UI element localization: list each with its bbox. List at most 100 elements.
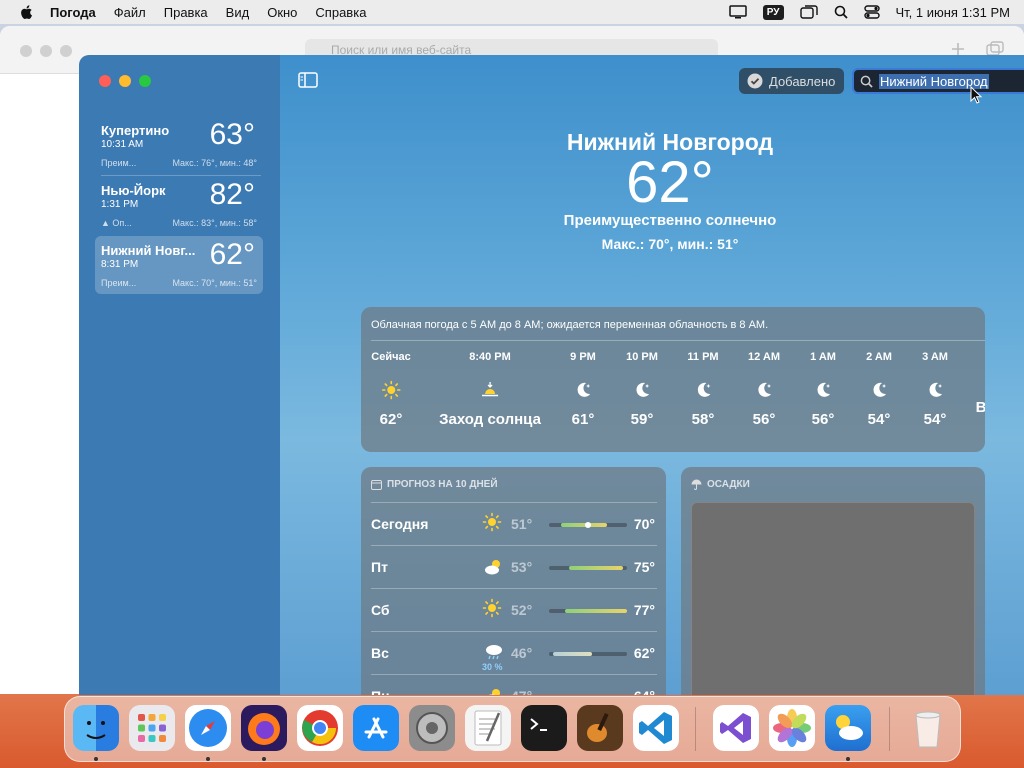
hourly-time-label: 12 AM — [748, 351, 780, 363]
terminal-icon[interactable] — [521, 705, 567, 751]
forecast-low: 46° — [511, 645, 533, 661]
sidebar-city-nizhny-novgorod[interactable]: Нижний Новг... 8:31 PM 62° Преим... Макс… — [95, 236, 263, 294]
launchpad-icon[interactable] — [129, 705, 175, 751]
window-close-button[interactable] — [99, 75, 111, 87]
window-zoom-button[interactable] — [139, 75, 151, 87]
menu-file[interactable]: Файл — [114, 5, 146, 20]
forecast-day: Пт — [371, 559, 388, 575]
hourly-time-label: 11 PM — [687, 351, 719, 363]
hourly-temp: 54° — [867, 411, 891, 428]
menu-window[interactable]: Окно — [267, 5, 297, 20]
running-indicator — [94, 757, 98, 761]
checkmark-circle-icon — [747, 73, 763, 89]
running-indicator — [846, 757, 850, 761]
spotlight-search-icon[interactable] — [834, 5, 848, 19]
safari-close-button[interactable] — [20, 45, 32, 57]
input-language-badge[interactable]: РУ — [762, 4, 784, 20]
hourly-temp: В — [975, 399, 985, 416]
city-temp: 82° — [209, 178, 255, 211]
safari-icon[interactable] — [185, 705, 231, 751]
system-preferences-icon[interactable] — [409, 705, 455, 751]
window-minimize-button[interactable] — [119, 75, 131, 87]
forecast-low: 53° — [511, 559, 533, 575]
forecast-low: 47° — [511, 688, 532, 695]
weather-window: Купертино 10:31 AM 63° Преим... Макс.: 7… — [79, 55, 1024, 695]
city-time: 10:31 AM — [101, 139, 144, 150]
apple-icon[interactable] — [18, 3, 36, 21]
running-indicator — [206, 757, 210, 761]
menu-bar: Погода Файл Правка Вид Окно Справка РУ Ч… — [0, 0, 1024, 24]
vscode-icon[interactable] — [633, 705, 679, 751]
visual-studio-icon[interactable] — [713, 705, 759, 751]
window-switch-icon[interactable] — [799, 5, 818, 19]
forecast-low: 51° — [511, 516, 533, 532]
safari-zoom-button[interactable] — [60, 45, 72, 57]
menu-help[interactable]: Справка — [315, 5, 366, 20]
menu-edit[interactable]: Правка — [164, 5, 208, 20]
sidebar: Купертино 10:31 AM 63° Преим... Макс.: 7… — [79, 55, 280, 695]
city-temp: 63° — [209, 118, 255, 151]
safari-minimize-button[interactable] — [40, 45, 52, 57]
hourly-item: 10 PM 59° — [626, 351, 658, 428]
current-condition: Преимущественно солнечно — [563, 212, 777, 229]
hourly-item: 12 AM 56° — [748, 351, 780, 428]
precip-chance: 30 % — [482, 662, 503, 672]
moon-icon — [693, 380, 713, 400]
dock-separator — [889, 707, 890, 751]
city-hilo: Макс.: 70°, мин.: 51° — [172, 278, 257, 288]
partly-cloudy-icon — [482, 555, 506, 579]
control-center-icon[interactable] — [863, 5, 880, 19]
moon-icon — [573, 380, 593, 400]
hourly-temp: 62° — [379, 411, 403, 428]
garageband-icon[interactable] — [577, 705, 623, 751]
hourly-forecast-panel[interactable]: Облачная погода с 5 AM до 8 AM; ожидаетс… — [361, 307, 985, 452]
temp-range-fill — [552, 652, 592, 656]
hourly-item: 1 AM 56° — [810, 351, 836, 428]
photos-icon[interactable] — [769, 705, 815, 751]
finder-icon[interactable] — [73, 705, 119, 751]
menu-app-name[interactable]: Погода — [50, 5, 96, 20]
precipitation-panel[interactable]: ОСАДКИ — [681, 467, 985, 695]
app-store-icon[interactable] — [353, 705, 399, 751]
hourly-item: 3 AM 54° — [922, 351, 948, 428]
ten-day-forecast-panel[interactable]: ПРОГНОЗ НА 10 ДНЕЙ Сегодня 51° 70° Пт 53° 75°… — [361, 467, 666, 695]
hourly-time-label: 3 AM — [922, 351, 948, 363]
warning-icon: ▲ — [101, 218, 113, 228]
sun-icon — [381, 380, 401, 400]
hourly-temp: 58° — [691, 411, 715, 428]
weather-app-icon[interactable] — [825, 705, 871, 751]
added-button[interactable]: Добавлено — [739, 68, 844, 94]
forecast-high: 64° — [634, 688, 655, 695]
moon-icon — [869, 380, 889, 400]
display-icon[interactable] — [728, 5, 747, 19]
current-hilo: Макс.: 70°, мин.: 51° — [601, 236, 739, 252]
current-temp-marker — [585, 522, 591, 528]
chrome-icon[interactable] — [297, 705, 343, 751]
sun-icon — [482, 598, 506, 622]
dock — [64, 696, 961, 762]
search-input[interactable]: Нижний Новгород — [852, 68, 1024, 94]
forecast-row: Сб 52° 77° — [371, 588, 657, 631]
menu-clock[interactable]: Чт, 1 июня 1:31 PM — [896, 5, 1011, 20]
hourly-item: 2 AM 54° — [866, 351, 892, 428]
precipitation-map[interactable] — [691, 502, 975, 695]
forecast-high: 75° — [633, 559, 655, 575]
firefox-icon[interactable] — [241, 705, 287, 751]
hourly-item: Сейчас 62° — [371, 351, 410, 428]
city-condition: ▲ Оп... — [101, 218, 132, 228]
hourly-item: В — [971, 351, 985, 416]
hourly-temp: 59° — [630, 411, 654, 428]
hourly-time-label: Сейчас — [371, 351, 411, 363]
textedit-icon[interactable] — [465, 705, 511, 751]
sidebar-toggle-icon[interactable] — [298, 72, 318, 88]
forecast-day: Сб — [371, 602, 390, 618]
city-temp: 62° — [209, 238, 255, 271]
trash-icon[interactable] — [905, 705, 951, 751]
city-hilo: Макс.: 83°, мин.: 58° — [172, 218, 257, 228]
hourly-item: 11 PM 58° — [687, 351, 718, 428]
sidebar-city-cupertino[interactable]: Купертино 10:31 AM 63° Преим... Макс.: 7… — [95, 116, 263, 174]
forecast-row: Вс 30 % 46° 62° — [371, 631, 657, 674]
hourly-item: 8:40 PM Заход солнца — [439, 351, 541, 428]
menu-view[interactable]: Вид — [226, 5, 250, 20]
sidebar-city-new-york[interactable]: Нью-Йорк 1:31 PM 82° ▲ Оп... Макс.: 83°,… — [95, 176, 263, 234]
